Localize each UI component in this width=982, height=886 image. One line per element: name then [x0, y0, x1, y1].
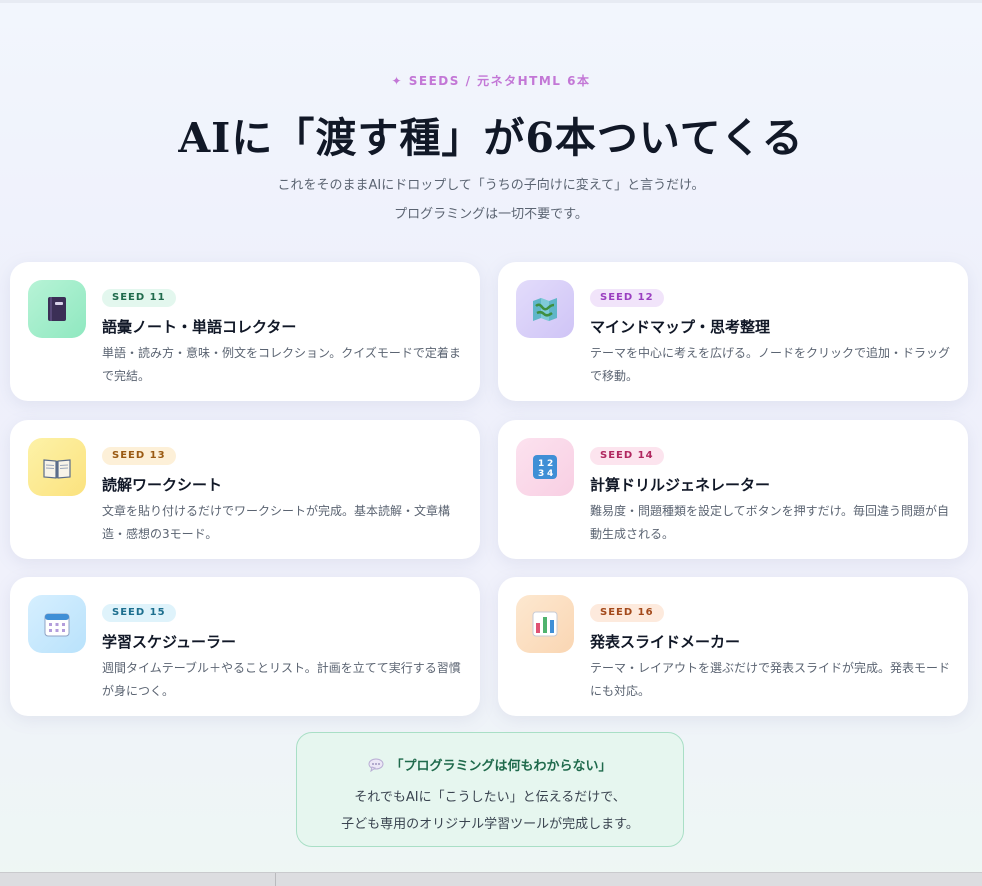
reassurance-note: 「プログラミングは何もわからない」 それでもAIに「こうしたい」と伝えるだけで、…: [296, 732, 684, 847]
svg-text:4: 4: [547, 469, 553, 479]
numbers-icon: 1 2 3 4: [516, 438, 574, 496]
scrollbar-divider: [275, 873, 276, 886]
seed-badge: SEED 16: [590, 604, 664, 622]
seed-badge: SEED 13: [102, 447, 176, 465]
seed-badge: SEED 11: [102, 289, 176, 307]
bar-chart-icon: [516, 595, 574, 653]
note-headline-row: 「プログラミングは何もわからない」: [297, 755, 683, 774]
svg-text:3: 3: [538, 469, 544, 479]
seed-badge: SEED 15: [102, 604, 176, 622]
section-eyebrow: ✦ SEEDS / 元ネタHTML 6本: [391, 74, 591, 88]
subtitle-line-1: これをそのままAIにドロップして「うちの子向けに変えて」と言うだけ。: [277, 178, 705, 193]
card-title: 語彙ノート・単語コレクター: [102, 318, 297, 336]
card-description: 文章を貼り付けるだけでワークシートが完成。基本読解・文章構造・感想の3モード。: [102, 504, 451, 541]
seed-badge: SEED 14: [590, 447, 664, 465]
map-icon: [516, 280, 574, 338]
seed-card-14[interactable]: 1 2 3 4 SEED 14 計算ドリルジェネレーター 難易度・問題種類を設定…: [498, 420, 968, 559]
note-line-1: それでもAIに「こうしたい」と伝えるだけで、: [354, 790, 626, 805]
calendar-icon: [28, 595, 86, 653]
card-description: 週間タイムテーブル＋やることリスト。計画を立てて実行する習慣が身につく。: [102, 661, 461, 698]
card-title: マインドマップ・思考整理: [590, 318, 771, 336]
seed-badge: SEED 12: [590, 289, 664, 307]
seed-card-15[interactable]: SEED 15 学習スケジューラー 週間タイムテーブル＋やることリスト。計画を立…: [10, 577, 480, 716]
card-title: 読解ワークシート: [102, 476, 223, 494]
page-title: AIに「渡す種」が6本ついてくる: [178, 114, 804, 162]
card-description: 単語・読み方・意味・例文をコレクション。クイズモードで定着まで完結。: [102, 346, 461, 383]
notebook-icon: [28, 280, 86, 338]
note-line-2: 子ども専用のオリジナル学習ツールが完成します。: [341, 817, 639, 832]
top-border: [0, 0, 982, 3]
card-description: 難易度・問題種類を設定してボタンを押すだけ。毎回違う問題が自動生成される。: [590, 504, 950, 541]
seed-card-11[interactable]: SEED 11 語彙ノート・単語コレクター 単語・読み方・意味・例文をコレクショ…: [10, 262, 480, 401]
card-description: テーマを中心に考えを広げる。ノードをクリックで追加・ドラッグで移動。: [590, 346, 951, 383]
horizontal-scrollbar[interactable]: [0, 872, 982, 886]
card-title: 発表スライドメーカー: [590, 633, 741, 651]
seed-card-16[interactable]: SEED 16 発表スライドメーカー テーマ・レイアウトを選ぶだけで発表スライド…: [498, 577, 968, 716]
card-title: 計算ドリルジェネレーター: [590, 476, 771, 494]
note-headline: 「プログラミングは何もわからない」: [390, 759, 612, 774]
svg-text:2: 2: [547, 459, 553, 469]
seed-card-12[interactable]: SEED 12 マインドマップ・思考整理 テーマを中心に考えを広げる。ノードをク…: [498, 262, 968, 401]
open-book-icon: [28, 438, 86, 496]
card-description: テーマ・レイアウトを選ぶだけで発表スライドが完成。発表モードにも対応。: [590, 661, 951, 698]
seed-card-13[interactable]: SEED 13 読解ワークシート 文章を貼り付けるだけでワークシートが完成。基本…: [10, 420, 480, 559]
svg-text:1: 1: [538, 459, 544, 469]
subtitle-line-2: プログラミングは一切不要です。: [394, 207, 588, 222]
speech-bubble-icon: [368, 758, 384, 773]
card-title: 学習スケジューラー: [102, 633, 236, 651]
